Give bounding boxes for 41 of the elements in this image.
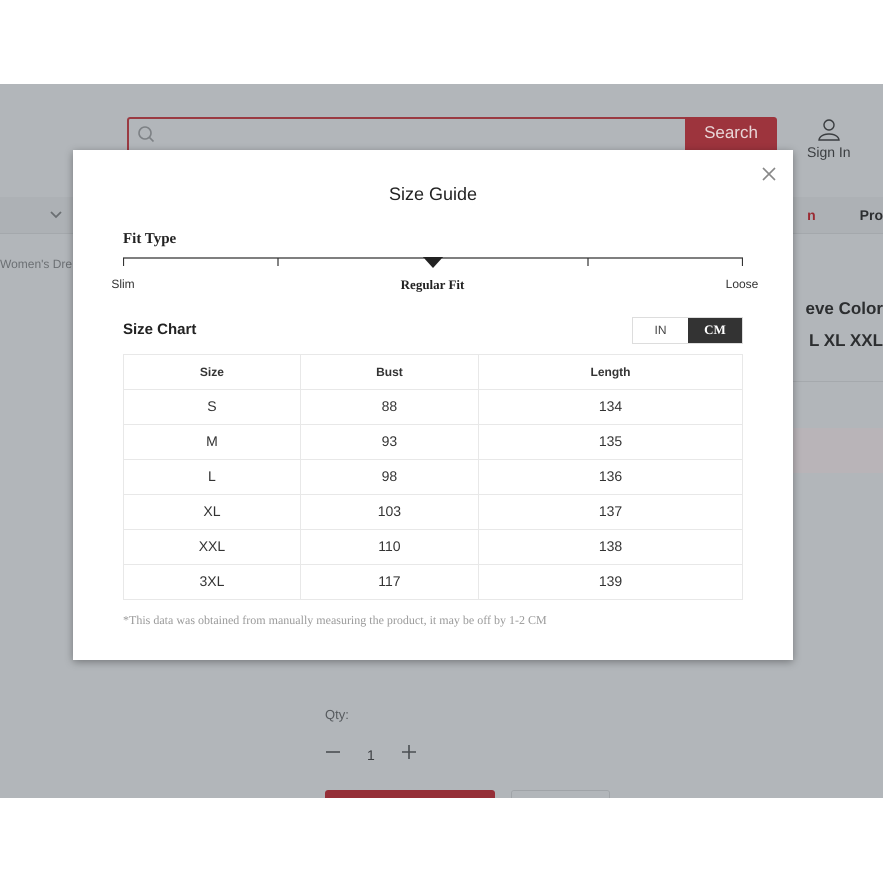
- table-cell: 135: [478, 424, 742, 459]
- column-header: Bust: [300, 354, 478, 389]
- table-cell: 137: [478, 494, 742, 529]
- table-cell: XL: [124, 494, 300, 529]
- fit-type-heading: Fit Type: [123, 230, 176, 249]
- table-cell: 117: [300, 564, 478, 599]
- unit-toggle[interactable]: CM: [688, 318, 742, 342]
- table-cell: 93: [300, 424, 478, 459]
- table-cell: 3XL: [124, 564, 300, 599]
- product-title: L XL XXL: [808, 330, 883, 352]
- table-cell: 138: [478, 529, 742, 564]
- table-cell: 139: [478, 564, 742, 599]
- fit-option-label: Regular Fit: [400, 276, 464, 294]
- column-header: Size: [124, 354, 300, 389]
- user-icon[interactable]: [816, 117, 841, 141]
- close-icon[interactable]: [762, 167, 776, 181]
- table-cell: 110: [300, 529, 478, 564]
- table-cell: M: [124, 424, 300, 459]
- search-icon: [137, 125, 155, 143]
- dialog-title: Size Guide: [388, 183, 478, 206]
- table-cell: 136: [478, 459, 742, 494]
- qty-value[interactable]: 1: [367, 744, 375, 766]
- column-header: Length: [478, 354, 742, 389]
- measurement-note: *This data was obtained from manually measuring the product, it may be off by 1-2 CM: [123, 612, 548, 628]
- table-cell: L: [124, 459, 300, 494]
- table-cell: 88: [300, 389, 478, 424]
- table-cell: 134: [478, 389, 742, 424]
- nav-link[interactable]: Pro: [860, 204, 883, 226]
- fit-option-label: Slim: [111, 276, 135, 292]
- sign-in-link[interactable]: Sign In: [807, 142, 851, 163]
- product-title: eve Color: [806, 298, 883, 320]
- table-cell: 103: [300, 494, 478, 529]
- plus-icon[interactable]: [400, 744, 417, 760]
- table-cell: 98: [300, 459, 478, 494]
- nav-link[interactable]: n: [807, 204, 816, 226]
- fit-option-label: Loose: [726, 276, 758, 292]
- table-cell: XXL: [124, 529, 300, 564]
- table-cell: S: [124, 389, 300, 424]
- qty-label: Qty:: [325, 706, 350, 724]
- size-chart-heading: Size Chart: [123, 320, 196, 340]
- chevron-down-icon[interactable]: [50, 211, 62, 219]
